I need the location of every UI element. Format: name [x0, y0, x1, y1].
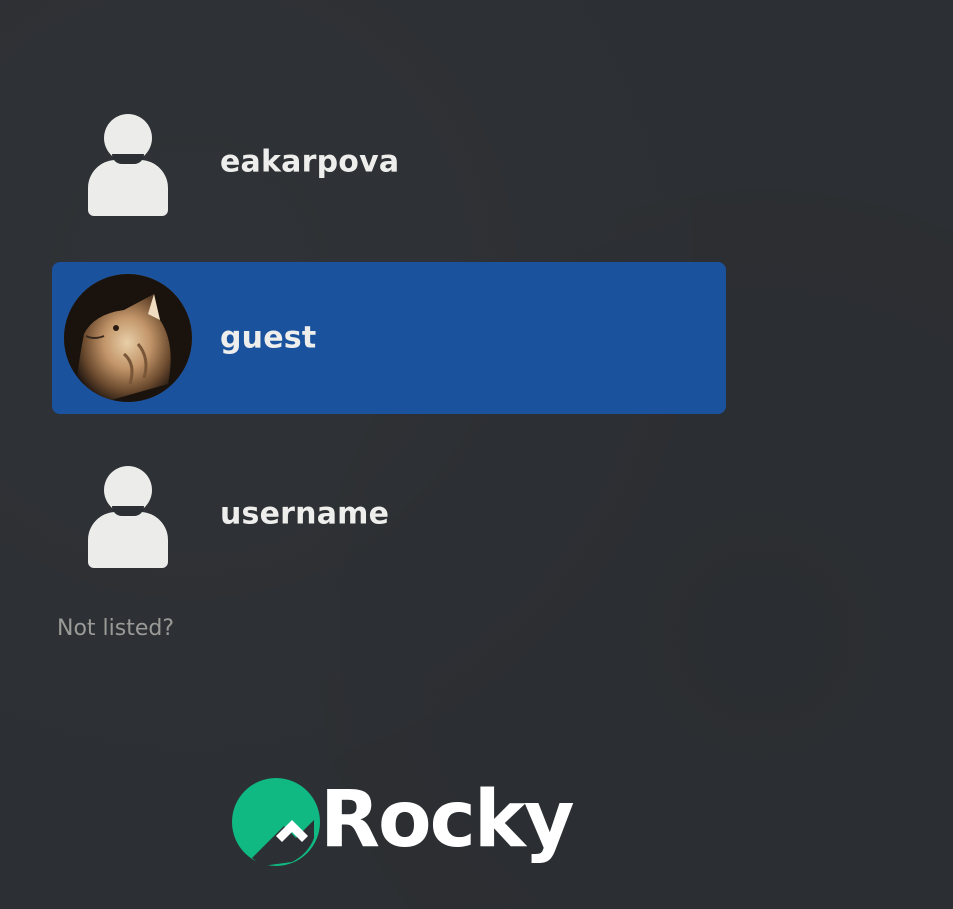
- rocky-logo: Rocky: [232, 772, 592, 872]
- user-avatar-icon: [64, 450, 192, 578]
- user-avatar-icon: [64, 98, 192, 226]
- user-name: username: [220, 496, 390, 532]
- login-screen: { "users": [ { "name": "eakarpova", "ava…: [0, 0, 953, 909]
- user-row-username[interactable]: username: [52, 438, 726, 590]
- logo-text: Rocky: [320, 775, 575, 865]
- cat-photo-avatar: [64, 274, 192, 402]
- rocky-logo-icon: [232, 778, 320, 866]
- user-row-guest[interactable]: guest: [52, 262, 726, 414]
- user-name: eakarpova: [220, 144, 400, 180]
- user-list: eakarpova guest username: [52, 86, 726, 614]
- not-listed-link[interactable]: Not listed?: [57, 616, 174, 641]
- user-name: guest: [220, 320, 317, 356]
- user-row-eakarpova[interactable]: eakarpova: [52, 86, 726, 238]
